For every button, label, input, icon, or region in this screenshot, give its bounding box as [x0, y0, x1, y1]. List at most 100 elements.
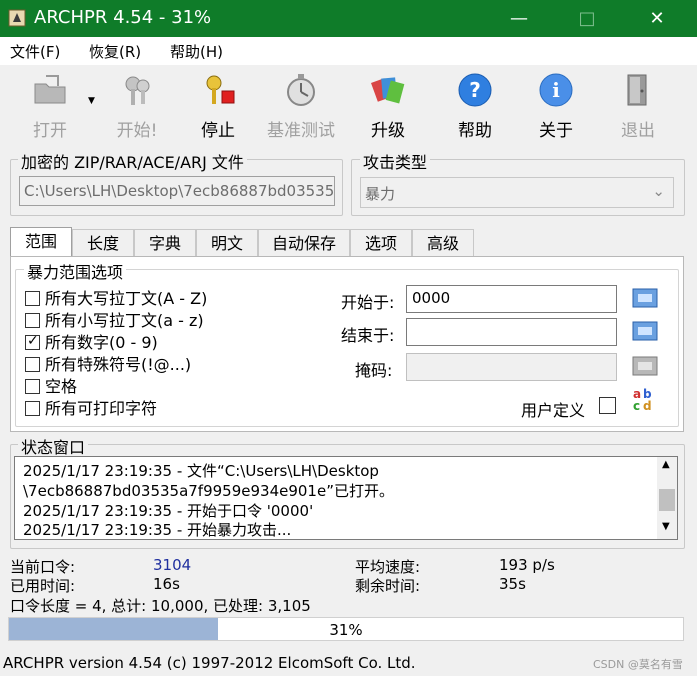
close-button[interactable]: ✕	[634, 0, 680, 37]
remaining-time-value: 35s	[499, 575, 526, 593]
average-speed-value: 193 p/s	[499, 556, 555, 574]
charset-option[interactable]: 所有小写拉丁文(a - z)	[25, 307, 204, 331]
start-button[interactable]: 开始!	[102, 66, 172, 142]
progress-percent: 31%	[329, 621, 363, 639]
watermark-text: CSDN @莫名有雪	[593, 658, 683, 671]
log-line: 2025/1/17 23:19:35 - 文件“C:\Users\LH\Desk…	[23, 462, 379, 480]
svg-text:d: d	[643, 399, 652, 412]
charset-option-label: 所有可打印字符	[45, 399, 158, 418]
upgrade-icon	[371, 77, 405, 104]
encrypted-file-group-title: 加密的 ZIP/RAR/ACE/ARJ 文件	[18, 149, 247, 173]
about-button[interactable]: i 关于	[521, 66, 591, 142]
menu-help[interactable]: 帮助(H)	[170, 41, 223, 62]
current-password-value: 3104	[153, 556, 192, 574]
menu-bar: 文件(F) 恢复(R) 帮助(H)	[0, 37, 697, 65]
tab-advanced[interactable]: 高级	[412, 229, 474, 257]
start-at-input[interactable]: 0000	[406, 285, 617, 313]
info-icon: i	[539, 73, 573, 107]
mask-picker-icon[interactable]	[632, 354, 658, 378]
stop-button[interactable]: 停止	[183, 66, 253, 142]
progress-summary: 口令长度 = 4, 总计: 10,000, 已处理: 3,105	[10, 597, 311, 615]
start-at-label: 开始于:	[341, 293, 395, 312]
log-line: 2025/1/17 23:19:35 - 开始暴力攻击...	[23, 521, 292, 539]
charset-option[interactable]: ✓ 所有数字(0 - 9)	[25, 329, 158, 353]
status-bar: ARCHPR version 4.54 (c) 1997-2012 ElcomS…	[0, 650, 697, 676]
tab-dictionary[interactable]: 字典	[134, 229, 196, 257]
current-password-label: 当前口令:	[10, 558, 76, 576]
scroll-thumb[interactable]	[659, 489, 675, 511]
charset-checkbox[interactable]	[25, 291, 40, 306]
average-speed-label: 平均速度:	[355, 558, 421, 576]
charset-option[interactable]: 空格	[25, 373, 77, 397]
elapsed-time-label: 已用时间:	[10, 577, 76, 595]
keys-icon	[125, 76, 150, 105]
benchmark-button[interactable]: 基准测试	[262, 66, 340, 142]
progress-bar: 31%	[8, 617, 684, 641]
maximize-button[interactable]: □	[564, 0, 610, 37]
file-path-field[interactable]: C:\Users\LH\Desktop\7ecb86887bd03535a	[19, 176, 335, 206]
chevron-down-icon: ⌄	[652, 182, 665, 200]
svg-text:c: c	[633, 399, 640, 412]
tab-range[interactable]: 范围	[10, 227, 72, 257]
stopwatch-icon	[287, 74, 315, 106]
charset-option[interactable]: 所有特殊符号(!@...)	[25, 351, 191, 375]
archpr-window: ARCHPR 4.54 - 31% — □ ✕ 文件(F) 恢复(R) 帮助(H…	[0, 0, 697, 676]
charset-checkbox[interactable]	[25, 313, 40, 328]
user-defined-label: 用户定义	[521, 401, 586, 420]
charset-checkbox[interactable]	[25, 379, 40, 394]
version-text: ARCHPR version 4.54 (c) 1997-2012 ElcomS…	[3, 654, 416, 672]
range-options-title: 暴力范围选项	[24, 259, 127, 283]
open-button[interactable]: 打开	[15, 66, 85, 142]
mask-input[interactable]	[406, 353, 617, 381]
charset-option-label: 所有数字(0 - 9)	[45, 333, 158, 352]
user-defined-checkbox[interactable]	[599, 397, 616, 414]
exit-button[interactable]: 退出	[603, 66, 673, 142]
menu-recover[interactable]: 恢复(R)	[89, 41, 141, 62]
open-dropdown-arrow-icon[interactable]: ▼	[88, 96, 95, 106]
charset-option-label: 空格	[45, 377, 78, 396]
window-title: ARCHPR 4.54 - 31%	[34, 7, 212, 28]
upgrade-button[interactable]: 升级	[353, 66, 423, 142]
log-line: 2025/1/17 23:19:35 - 开始于口令 '0000'	[23, 502, 314, 520]
charset-checkbox[interactable]: ✓	[25, 333, 40, 350]
tab-length[interactable]: 长度	[72, 229, 134, 257]
toolbar: 打开 ▼ 开始! 停止 基准测试 升级 ? 帮助 i 关于 退出	[0, 66, 697, 142]
log-line: \7ecb86887bd03535a7f9959e934e901e”已打开。	[23, 482, 394, 500]
charset-option[interactable]: 所有可打印字符	[25, 395, 157, 419]
elapsed-time-value: 16s	[153, 575, 180, 593]
attack-type-select[interactable]: 暴力 ⌄	[360, 177, 674, 208]
abc-charset-icon[interactable]: a b c d	[632, 386, 656, 412]
status-log[interactable]: 2025/1/17 23:19:35 - 文件“C:\Users\LH\Desk…	[14, 456, 678, 540]
scroll-down-icon[interactable]: ▼	[662, 521, 670, 532]
menu-file[interactable]: 文件(F)	[10, 41, 60, 62]
charset-checkbox[interactable]	[25, 401, 40, 416]
mask-label: 掩码:	[355, 361, 393, 380]
status-window-title: 状态窗口	[18, 434, 89, 458]
scroll-up-icon[interactable]: ▲	[662, 459, 670, 470]
tab-options[interactable]: 选项	[350, 229, 412, 257]
tab-autosave[interactable]: 自动保存	[258, 229, 350, 257]
charset-option-label: 所有小写拉丁文(a - z)	[45, 311, 204, 330]
stop-key-icon	[206, 75, 235, 104]
app-icon	[8, 9, 26, 27]
svg-text:?: ?	[469, 78, 481, 102]
exit-door-icon	[627, 74, 647, 106]
help-icon: ?	[458, 73, 492, 107]
minimize-button[interactable]: —	[496, 0, 542, 37]
help-button[interactable]: ? 帮助	[440, 66, 510, 142]
start-at-picker-icon[interactable]	[632, 286, 658, 310]
charset-option[interactable]: 所有大写拉丁文(A - Z)	[25, 285, 207, 309]
end-at-label: 结束于:	[341, 326, 395, 345]
charset-option-label: 所有大写拉丁文(A - Z)	[45, 289, 208, 308]
open-folder-icon	[34, 75, 66, 104]
end-at-input[interactable]	[406, 318, 617, 346]
attack-type-group-title: 攻击类型	[360, 149, 431, 173]
checkmark-icon: ✓	[27, 333, 39, 349]
title-bar: ARCHPR 4.54 - 31% — □ ✕	[0, 0, 697, 37]
charset-checkbox[interactable]	[25, 357, 40, 372]
svg-text:i: i	[552, 78, 560, 102]
end-at-picker-icon[interactable]	[632, 319, 658, 343]
tab-plaintext[interactable]: 明文	[196, 229, 258, 257]
log-scrollbar[interactable]: ▲ ▼	[657, 457, 677, 539]
charset-option-label: 所有特殊符号(!@...)	[45, 355, 192, 374]
